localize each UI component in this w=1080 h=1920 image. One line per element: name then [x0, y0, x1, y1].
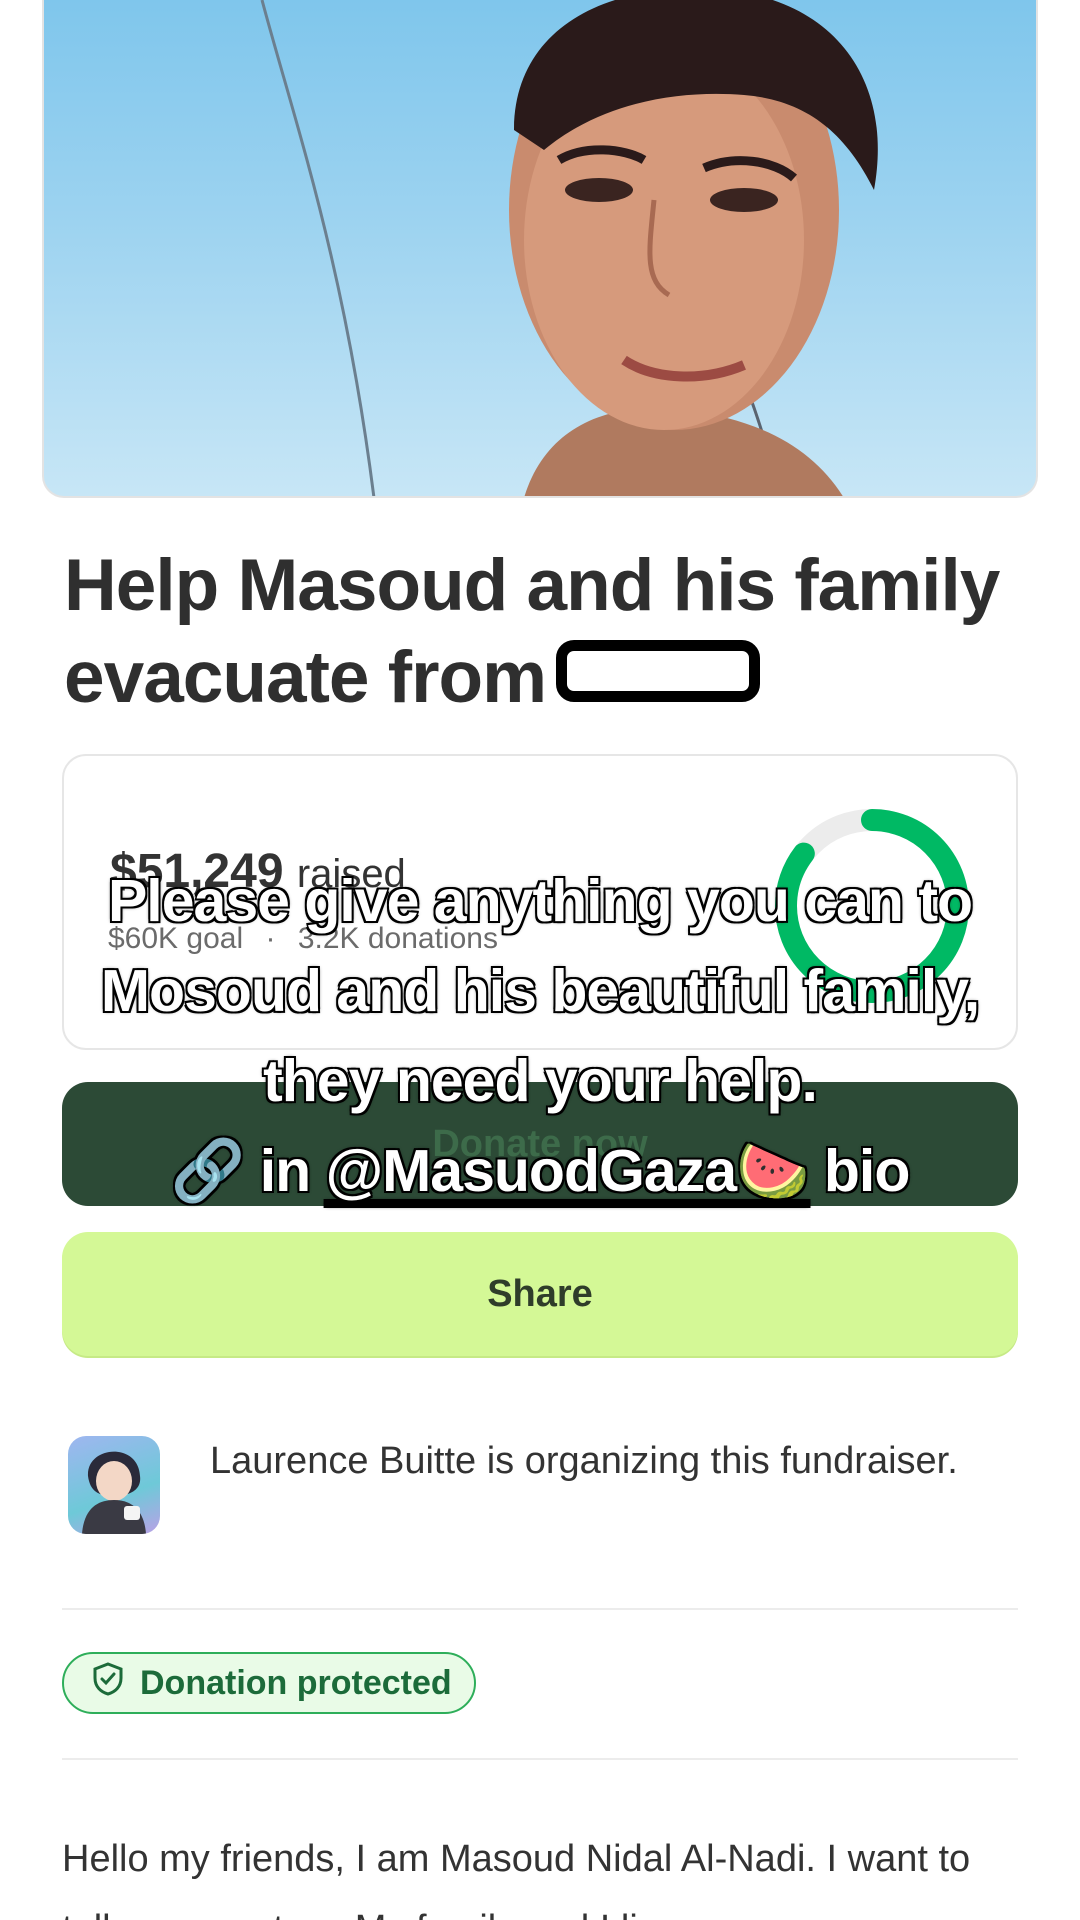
caption-line-3: they need your help. [262, 1047, 820, 1116]
donation-protected-badge[interactable]: Donation protected [62, 1652, 476, 1714]
divider [62, 1758, 1018, 1760]
organizer-info: Laurence Buitte is organizing this fundr… [68, 1430, 1018, 1550]
share-button-label: Share [487, 1272, 593, 1315]
organizer-text: Laurence Buitte is organizing this fundr… [210, 1440, 958, 1482]
caption-line-4: 🔗 in @MasuodGaza🍉 bio [40, 1126, 1040, 1216]
story-text: Hello my friends, I am Masoud Nidal Al-N… [62, 1838, 971, 1920]
divider [62, 1608, 1018, 1610]
redaction-box [556, 640, 760, 702]
campaign-title-line2: evacuate from [64, 637, 547, 718]
profile-handle-link[interactable]: @MasuodGaza🍉 [324, 1137, 811, 1206]
shield-icon [90, 1661, 126, 1706]
link-icon: 🔗 [169, 1136, 247, 1206]
caption-in: in [258, 1137, 312, 1206]
caption-overlay: Please give anything you can to Mosoud a… [40, 856, 1040, 1216]
avatar[interactable] [68, 1436, 160, 1534]
campaign-title-line1: Help Masoud and his family [64, 545, 1000, 626]
campaign-photo [42, 0, 1038, 498]
share-button[interactable]: Share [62, 1232, 1018, 1356]
caption-line-2: Mosoud and his beautiful family, [99, 957, 981, 1026]
campaign-title: Help Masoud and his family evacuate from [64, 540, 1024, 724]
caption-line-1: Please give anything you can to [106, 867, 974, 936]
caption-bio: bio [822, 1137, 912, 1206]
badge-label: Donation protected [140, 1663, 452, 1702]
